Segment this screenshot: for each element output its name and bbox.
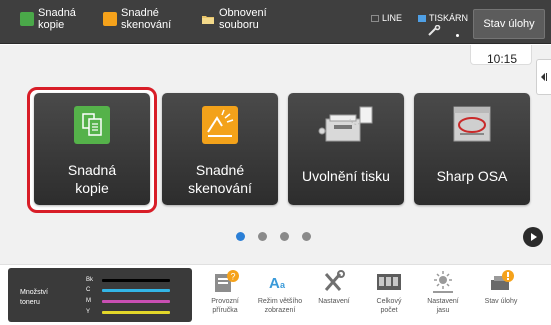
toner-title: Množství toneru [20,289,49,306]
tile-label: Uvolnění tisku [302,168,390,184]
osa-icon [453,106,491,142]
settings-tools-icon [324,270,345,291]
page-dot[interactable] [258,232,267,241]
bottom-icon-label: Stav úlohy [484,298,518,305]
counter-icon [377,274,401,290]
job-status-bottom-button[interactable]: Stav úlohy [476,268,526,324]
bottom-icon-label: Celkový počet [376,298,402,314]
top-bar: Snadná kopie Snadné skenování Obnovení s… [0,0,551,44]
line-status-label: LINE [382,13,403,23]
next-page-button[interactable] [523,227,543,247]
page-dot[interactable] [280,232,289,241]
shortcut-label: Obnovení souboru [219,7,267,31]
home-screen: 10:15 Snadná kopie Snadné skenování Uvol… [0,45,551,264]
manual-icon: ? [215,270,239,292]
toner-bar-c [102,288,170,292]
status-dot [456,34,459,37]
line-status-indicator [371,14,379,22]
job-status-icon [491,270,514,290]
operation-manual-button[interactable]: ? Provozní příručka [200,268,250,324]
large-display-mode-button[interactable]: A a Režim většího zobrazení [255,268,305,324]
toner-key: Y [86,309,91,315]
page-indicator [236,232,311,241]
tile-sharp-osa[interactable]: Sharp OSA [414,93,530,205]
printer-status-indicator [418,14,426,22]
large-display-icon: A a [269,275,286,292]
tile-easy-copy[interactable]: Snadná kopie [34,93,150,205]
shortcut-easy-scan[interactable]: Snadné skenování [103,6,171,40]
toner-row-m: M [86,297,170,305]
tile-easy-scan[interactable]: Snadné skenování [162,93,278,205]
scan-shortcut-icon [103,12,117,26]
tile-print-release[interactable]: Uvolnění tisku [288,93,404,205]
printer-icon [318,106,373,142]
brightness-settings-button[interactable]: Nastavení jasu [418,268,468,324]
printer-status: TISKÁRN [418,12,468,24]
scan-icon [202,106,238,144]
toner-key: M [86,298,91,304]
toner-row-y: Y [86,308,170,316]
copy-shortcut-icon [20,12,34,26]
bottom-icon-label: Nastavení jasu [427,298,459,314]
printer-status-label: TISKÁRN [429,13,469,23]
total-count-button[interactable]: Celkový počet [364,268,414,324]
shortcut-easy-copy[interactable]: Snadná kopie [20,6,76,40]
toner-bar-bk [102,278,170,282]
clock: 10:15 [486,52,518,66]
bottom-icon-label: Nastavení [318,298,350,305]
toner-row-c: C [86,286,170,294]
shortcut-file-retrieve[interactable]: Obnovení souboru [201,6,267,40]
settings-button[interactable]: Nastavení [309,268,359,324]
svg-text:A: A [269,275,280,292]
toner-bar-m [102,299,170,303]
svg-text:?: ? [231,272,236,282]
brightness-icon [433,271,453,293]
line-status: LINE [371,12,402,24]
shortcut-label: Snadná kopie [38,7,76,31]
tile-label: Snadná kopie [67,162,117,196]
toner-bar-y [102,310,170,314]
shortcut-label: Snadné skenování [121,7,172,31]
job-status-button[interactable]: Stav úlohy [473,9,545,39]
folder-icon [202,16,214,24]
bottom-icon-label: Režim většího zobrazení [257,298,303,314]
page-dot[interactable] [302,232,311,241]
toner-key: C [86,287,91,293]
bottom-icon-label: Provozní příručka [211,298,239,314]
toner-row-bk: Bk [86,276,170,284]
svg-text:a: a [280,280,286,290]
toner-key: Bk [86,277,94,283]
tile-label: Sharp OSA [436,168,508,184]
tile-label: Snadné skenování [188,162,252,196]
copy-icon [74,106,110,144]
page-dot[interactable] [236,232,245,241]
side-panel-toggle[interactable] [536,59,551,95]
wrench-status-icon [428,25,441,36]
